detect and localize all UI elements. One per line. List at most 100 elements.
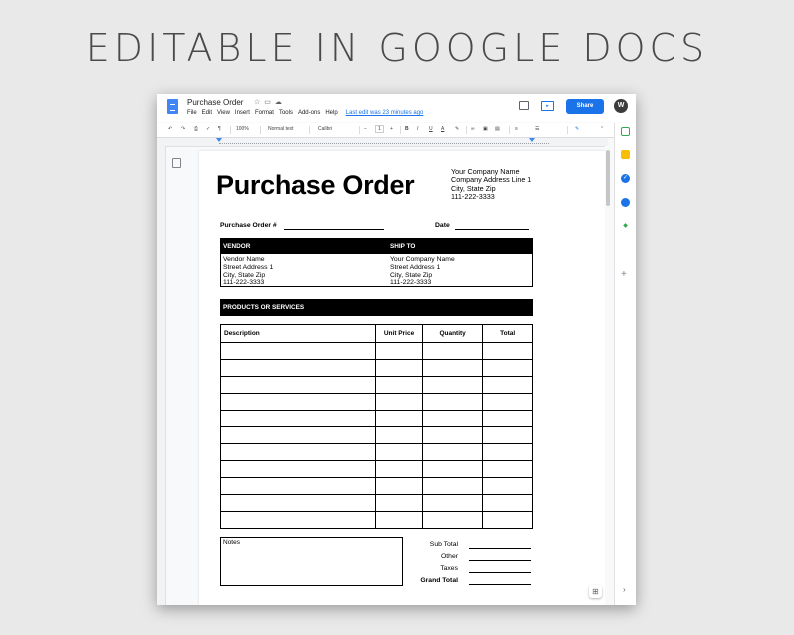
subtotal-field[interactable] bbox=[469, 548, 531, 549]
table-row[interactable] bbox=[219, 392, 533, 411]
table-cell[interactable] bbox=[482, 358, 533, 377]
maps-icon[interactable]: ◆ bbox=[621, 222, 630, 231]
table-row[interactable] bbox=[219, 342, 533, 360]
increase-size-button[interactable]: + bbox=[390, 126, 393, 132]
table-cell[interactable] bbox=[421, 392, 484, 411]
table-cell[interactable] bbox=[219, 426, 377, 445]
table-cell[interactable] bbox=[375, 375, 423, 394]
notes-box[interactable]: Notes bbox=[220, 537, 403, 586]
table-cell[interactable] bbox=[219, 342, 377, 360]
table-cell[interactable] bbox=[375, 510, 423, 529]
table-cell[interactable] bbox=[375, 426, 423, 445]
table-cell[interactable] bbox=[219, 510, 377, 529]
table-cell[interactable] bbox=[421, 358, 484, 377]
link-icon[interactable]: ∞ bbox=[471, 126, 475, 132]
taxes-field[interactable] bbox=[469, 572, 531, 573]
table-cell[interactable] bbox=[421, 494, 484, 512]
table-cell[interactable] bbox=[375, 477, 423, 496]
table-cell[interactable] bbox=[375, 409, 423, 428]
table-cell[interactable] bbox=[375, 460, 423, 479]
date-field[interactable] bbox=[455, 229, 529, 230]
image-icon[interactable]: ▤ bbox=[495, 126, 500, 132]
table-cell[interactable] bbox=[482, 460, 533, 479]
add-ons-plus-icon[interactable]: + bbox=[621, 269, 627, 280]
table-cell[interactable] bbox=[421, 375, 484, 394]
share-button[interactable]: Share bbox=[566, 99, 604, 114]
grand-total-field[interactable] bbox=[469, 584, 531, 585]
menu-insert[interactable]: Insert bbox=[235, 110, 250, 116]
print-icon[interactable]: ⎙ bbox=[194, 126, 198, 132]
table-cell[interactable] bbox=[375, 358, 423, 377]
undo-icon[interactable]: ↶ bbox=[168, 126, 172, 132]
bold-icon[interactable]: B bbox=[405, 126, 409, 132]
table-row[interactable] bbox=[219, 477, 533, 496]
menu-tools[interactable]: Tools bbox=[279, 110, 293, 116]
menu-addons[interactable]: Add-ons bbox=[298, 110, 320, 116]
table-cell[interactable] bbox=[219, 477, 377, 496]
table-cell[interactable] bbox=[421, 477, 484, 496]
decrease-size-button[interactable]: − bbox=[364, 126, 367, 132]
highlight-icon[interactable]: ✎ bbox=[455, 126, 459, 132]
explore-button[interactable]: ⊞ bbox=[589, 585, 602, 598]
menu-edit[interactable]: Edit bbox=[202, 110, 212, 116]
table-row[interactable] bbox=[219, 460, 533, 479]
table-cell[interactable] bbox=[375, 342, 423, 360]
table-row[interactable] bbox=[219, 375, 533, 394]
table-cell[interactable] bbox=[375, 494, 423, 512]
vertical-ruler[interactable] bbox=[157, 146, 166, 605]
table-cell[interactable] bbox=[421, 510, 484, 529]
underline-icon[interactable]: U bbox=[429, 126, 433, 132]
table-row[interactable] bbox=[219, 426, 533, 445]
italic-icon[interactable]: I bbox=[417, 126, 418, 132]
table-cell[interactable] bbox=[482, 409, 533, 428]
expand-panel-icon[interactable]: › bbox=[623, 585, 626, 594]
table-cell[interactable] bbox=[482, 426, 533, 445]
table-cell[interactable] bbox=[482, 443, 533, 462]
other-field[interactable] bbox=[469, 560, 531, 561]
style-select[interactable]: Normal text bbox=[268, 126, 294, 132]
scrollbar[interactable] bbox=[605, 146, 611, 605]
table-cell[interactable] bbox=[375, 392, 423, 411]
table-row[interactable] bbox=[219, 358, 533, 377]
text-color-icon[interactable]: A bbox=[441, 126, 444, 132]
table-cell[interactable] bbox=[482, 342, 533, 360]
menu-file[interactable]: File bbox=[187, 110, 197, 116]
outline-icon[interactable] bbox=[172, 158, 181, 168]
document-title[interactable]: Purchase Order bbox=[187, 98, 243, 107]
paint-format-icon[interactable]: ¶ bbox=[218, 126, 221, 132]
table-cell[interactable] bbox=[421, 342, 484, 360]
move-folder-icon[interactable]: ▭ bbox=[264, 99, 271, 106]
avatar[interactable]: W bbox=[614, 99, 628, 113]
contacts-icon[interactable] bbox=[621, 198, 630, 207]
right-indent-marker[interactable] bbox=[529, 138, 535, 142]
scrollbar-thumb[interactable] bbox=[606, 150, 610, 206]
align-icon[interactable]: ≡ bbox=[515, 126, 518, 132]
table-cell[interactable] bbox=[421, 409, 484, 428]
comment-history-icon[interactable] bbox=[519, 101, 529, 110]
table-row[interactable] bbox=[219, 510, 533, 529]
comment-icon[interactable]: ▣ bbox=[483, 126, 488, 132]
table-cell[interactable] bbox=[219, 409, 377, 428]
po-number-field[interactable] bbox=[284, 229, 384, 230]
keep-icon[interactable] bbox=[621, 150, 630, 159]
table-cell[interactable] bbox=[482, 392, 533, 411]
table-cell[interactable] bbox=[375, 443, 423, 462]
zoom-select[interactable]: 100% bbox=[236, 126, 249, 132]
table-cell[interactable] bbox=[482, 510, 533, 529]
table-cell[interactable] bbox=[482, 477, 533, 496]
meet-icon[interactable]: ▸ bbox=[541, 101, 554, 111]
last-edit-link[interactable]: Last edit was 23 minutes ago bbox=[346, 110, 424, 116]
edit-mode-icon[interactable]: ✎ bbox=[575, 126, 579, 132]
cloud-status-icon[interactable]: ☁ bbox=[275, 99, 282, 106]
table-cell[interactable] bbox=[421, 460, 484, 479]
table-cell[interactable] bbox=[219, 358, 377, 377]
table-cell[interactable] bbox=[219, 443, 377, 462]
table-row[interactable] bbox=[219, 409, 533, 428]
table-cell[interactable] bbox=[482, 375, 533, 394]
redo-icon[interactable]: ↷ bbox=[181, 126, 185, 132]
table-row[interactable] bbox=[219, 443, 533, 462]
menu-view[interactable]: View bbox=[217, 110, 230, 116]
font-size-field[interactable]: 1 bbox=[375, 125, 384, 133]
table-cell[interactable] bbox=[482, 494, 533, 512]
table-cell[interactable] bbox=[421, 443, 484, 462]
